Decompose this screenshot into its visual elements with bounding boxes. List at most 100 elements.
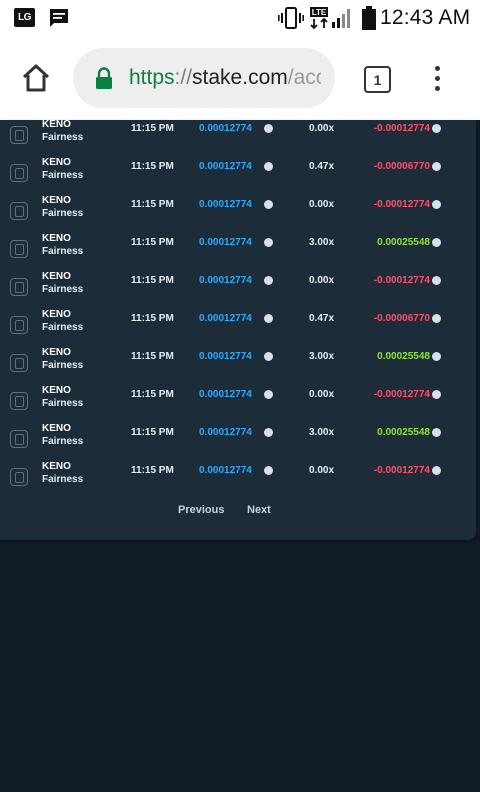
multiplier: 0.00x	[309, 123, 335, 134]
table-row[interactable]: KENO Fairness 11:15 PM 0.00012774 0.00x -0.00…	[0, 382, 476, 420]
message-icon	[50, 9, 68, 27]
coin-icon	[432, 124, 441, 133]
next-button[interactable]: Next	[247, 504, 271, 516]
game-name[interactable]: KENO	[42, 271, 71, 282]
coin-icon	[264, 466, 273, 475]
coin-icon	[432, 200, 441, 209]
url-scheme: https	[129, 66, 175, 89]
bet-amount: 0.00012774	[199, 275, 252, 286]
table-row[interactable]: KENO Fairness 11:15 PM 0.00012774 0.47x -0.00…	[0, 306, 476, 344]
page-content: KENO Fairness 11:15 PM 0.00012774 0.00x -0.00…	[0, 120, 480, 792]
keno-game-icon	[10, 354, 28, 372]
bet-time: 11:15 PM	[131, 237, 174, 248]
keno-game-icon	[10, 430, 28, 448]
fairness-link[interactable]: Fairness	[42, 132, 83, 143]
fairness-link[interactable]: Fairness	[42, 474, 83, 485]
bets-table: KENO Fairness 11:15 PM 0.00012774 0.00x -0.00…	[0, 120, 476, 540]
url-separator: ://	[174, 66, 193, 89]
game-name[interactable]: KENO	[42, 347, 71, 358]
keno-game-icon	[10, 202, 28, 220]
multiplier: 0.47x	[309, 313, 335, 324]
keno-game-icon	[10, 164, 28, 182]
url-text[interactable]: https://stake.com/acc	[129, 66, 321, 90]
coin-icon	[264, 124, 273, 133]
multiplier: 0.00x	[309, 275, 335, 286]
fairness-link[interactable]: Fairness	[42, 398, 83, 409]
bet-time: 11:15 PM	[131, 199, 174, 210]
game-name[interactable]: KENO	[42, 157, 71, 168]
table-row[interactable]: KENO Fairness 11:15 PM 0.00012774 0.00x -0.00…	[0, 120, 476, 154]
address-bar[interactable]: https://stake.com/acc	[73, 48, 335, 108]
coin-icon	[264, 352, 273, 361]
payout: -0.00012774	[373, 275, 430, 286]
previous-button[interactable]: Previous	[178, 504, 224, 516]
bet-time: 11:15 PM	[131, 123, 174, 134]
bet-amount: 0.00012774	[199, 427, 252, 438]
url-path: /acc	[287, 66, 321, 89]
payout: -0.00012774	[373, 389, 430, 400]
game-name[interactable]: KENO	[42, 309, 71, 320]
multiplier: 0.47x	[309, 161, 335, 172]
bet-amount: 0.00012774	[199, 389, 252, 400]
browser-toolbar: https://stake.com/acc 1	[0, 36, 480, 120]
table-row[interactable]: KENO Fairness 11:15 PM 0.00012774 3.00x 0.000…	[0, 344, 476, 382]
coin-icon	[432, 276, 441, 285]
fairness-link[interactable]: Fairness	[42, 322, 83, 333]
bet-time: 11:15 PM	[131, 351, 174, 362]
payout: -0.00012774	[373, 199, 430, 210]
coin-icon	[432, 162, 441, 171]
multiplier: 0.00x	[309, 199, 335, 210]
bet-time: 11:15 PM	[131, 427, 174, 438]
fairness-link[interactable]: Fairness	[42, 208, 83, 219]
bet-amount: 0.00012774	[199, 123, 252, 134]
fairness-link[interactable]: Fairness	[42, 436, 83, 447]
bet-amount: 0.00012774	[199, 161, 252, 172]
keno-game-icon	[10, 278, 28, 296]
vibrate-icon	[278, 7, 304, 29]
coin-icon	[432, 466, 441, 475]
table-row[interactable]: KENO Fairness 11:15 PM 0.00012774 3.00x 0.000…	[0, 230, 476, 268]
payout: 0.00025548	[377, 351, 430, 362]
game-name[interactable]: KENO	[42, 461, 71, 472]
overflow-menu-icon[interactable]	[432, 66, 442, 94]
game-name[interactable]: KENO	[42, 195, 71, 206]
lte-icon: LTE	[310, 7, 328, 30]
lock-icon	[96, 67, 112, 89]
table-row[interactable]: KENO Fairness 11:15 PM 0.00012774 0.00x -0.00…	[0, 268, 476, 306]
coin-icon	[432, 314, 441, 323]
coin-icon	[432, 428, 441, 437]
coin-icon	[264, 314, 273, 323]
fairness-link[interactable]: Fairness	[42, 360, 83, 371]
pagination: Previous Next	[0, 504, 476, 524]
clock: 12:43 AM	[380, 6, 471, 29]
bet-time: 11:15 PM	[131, 313, 174, 324]
home-icon[interactable]	[20, 62, 52, 94]
bet-time: 11:15 PM	[131, 161, 174, 172]
table-row[interactable]: KENO Fairness 11:15 PM 0.00012774 3.00x 0.000…	[0, 420, 476, 458]
coin-icon	[264, 238, 273, 247]
coin-icon	[264, 428, 273, 437]
tabs-icon[interactable]: 1	[364, 66, 391, 93]
table-row[interactable]: KENO Fairness 11:15 PM 0.00012774 0.00x -0.00…	[0, 192, 476, 230]
game-name[interactable]: KENO	[42, 423, 71, 434]
keno-game-icon	[10, 240, 28, 258]
keno-game-icon	[10, 126, 28, 144]
bet-amount: 0.00012774	[199, 313, 252, 324]
game-name[interactable]: KENO	[42, 385, 71, 396]
coin-icon	[264, 390, 273, 399]
bet-time: 11:15 PM	[131, 465, 174, 476]
signal-icon	[332, 9, 350, 28]
multiplier: 3.00x	[309, 237, 335, 248]
coin-icon	[432, 390, 441, 399]
fairness-link[interactable]: Fairness	[42, 284, 83, 295]
coin-icon	[264, 162, 273, 171]
game-name[interactable]: KENO	[42, 233, 71, 244]
fairness-link[interactable]: Fairness	[42, 170, 83, 181]
table-row[interactable]: KENO Fairness 11:15 PM 0.00012774 0.00x -0.00…	[0, 458, 476, 496]
multiplier: 3.00x	[309, 351, 335, 362]
lg-icon: LG	[14, 8, 35, 27]
game-name[interactable]: KENO	[42, 120, 71, 130]
table-row[interactable]: KENO Fairness 11:15 PM 0.00012774 0.47x -0.00…	[0, 154, 476, 192]
bet-amount: 0.00012774	[199, 237, 252, 248]
fairness-link[interactable]: Fairness	[42, 246, 83, 257]
